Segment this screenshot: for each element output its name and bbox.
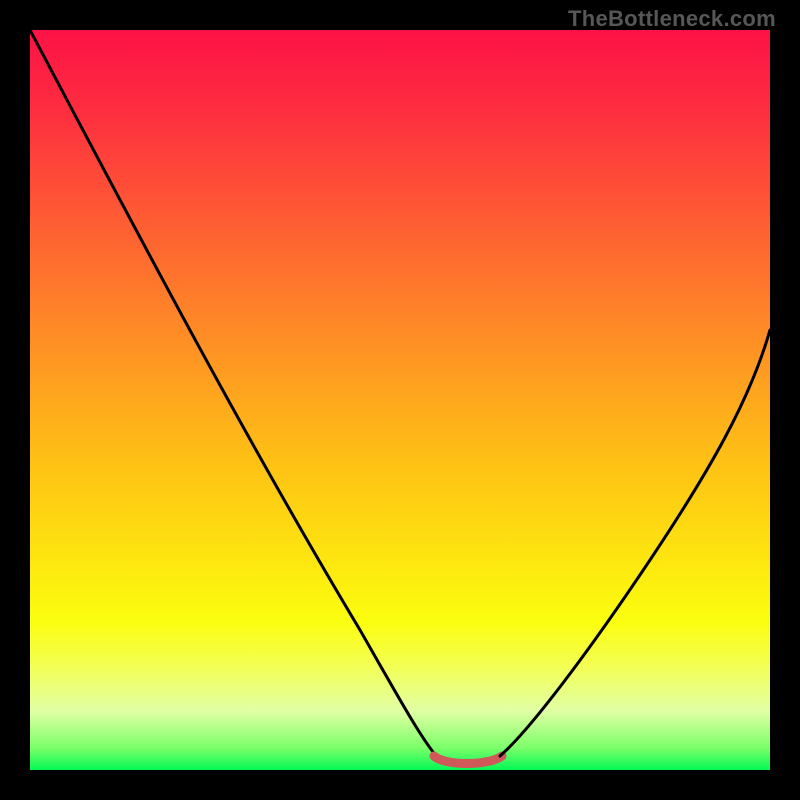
watermark-text: TheBottleneck.com (568, 6, 776, 32)
bottleneck-curve-right (500, 330, 770, 756)
bottleneck-curve-valley (434, 756, 502, 764)
curve-layer (30, 30, 770, 770)
bottleneck-curve-left (30, 30, 438, 758)
plot-area (30, 30, 770, 770)
chart-frame: TheBottleneck.com (0, 0, 800, 800)
